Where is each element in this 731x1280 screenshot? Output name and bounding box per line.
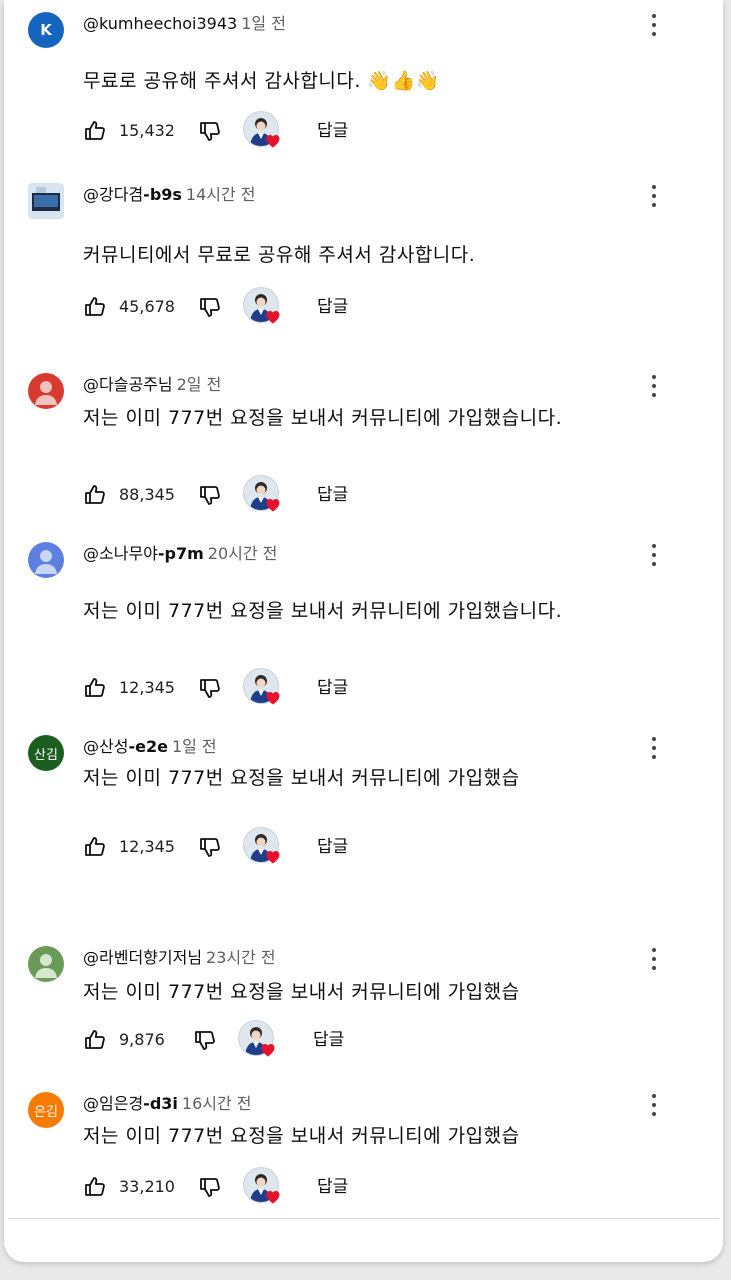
reply-button[interactable]: 답글 bbox=[317, 295, 348, 319]
like-icon[interactable] bbox=[83, 1028, 109, 1052]
comment-time: 16시간 전 bbox=[181, 1094, 252, 1113]
more-options-icon[interactable] bbox=[647, 373, 661, 399]
dislike-icon[interactable] bbox=[198, 676, 224, 700]
like-count: 9,876 bbox=[119, 1030, 165, 1049]
comment-text: 무료로 공유해 주셔서 감사합니다. 👋👍👋 bbox=[83, 70, 440, 92]
comment-header: @소나무야-p7m 20시간 전 bbox=[83, 542, 277, 566]
like-count: 45,678 bbox=[119, 297, 175, 316]
like-icon[interactable] bbox=[83, 483, 109, 507]
avatar[interactable] bbox=[28, 183, 64, 219]
author-handle-suffix[interactable]: -e2e bbox=[128, 737, 167, 756]
avatar[interactable]: 산김 bbox=[28, 735, 64, 771]
author-handle[interactable]: @강다겸 bbox=[83, 185, 143, 204]
comment-actions: 88,345 답글 bbox=[83, 475, 483, 515]
like-icon[interactable] bbox=[83, 119, 109, 143]
dislike-icon[interactable] bbox=[198, 483, 224, 507]
comment-actions: 12,345 답글 bbox=[83, 668, 483, 708]
reply-button[interactable]: 답글 bbox=[313, 1028, 344, 1052]
creator-heart-avatar bbox=[243, 827, 283, 867]
heart-icon bbox=[260, 1042, 276, 1058]
like-count: 12,345 bbox=[119, 837, 175, 856]
comment-actions: 15,432 답글 bbox=[83, 111, 483, 151]
comment-text: 저는 이미 777번 요정을 보내서 커뮤니티에 가입했습 bbox=[83, 1125, 520, 1147]
author-handle[interactable]: @라벤더향기저님 bbox=[83, 948, 202, 967]
like-count: 12,345 bbox=[119, 678, 175, 697]
more-options-icon[interactable] bbox=[647, 183, 661, 209]
creator-heart-avatar bbox=[243, 111, 283, 151]
comment-header: @임은경-d3i 16시간 전 bbox=[83, 1092, 252, 1116]
dislike-icon[interactable] bbox=[198, 1175, 224, 1199]
creator-heart-avatar bbox=[243, 668, 283, 708]
divider bbox=[8, 1218, 719, 1219]
reply-button[interactable]: 답글 bbox=[317, 835, 348, 859]
heart-icon bbox=[265, 497, 281, 513]
comment-text: 커뮤니티에서 무료로 공유해 주셔서 감사합니다. bbox=[83, 244, 476, 266]
like-icon[interactable] bbox=[83, 1175, 109, 1199]
author-handle[interactable]: @임은경 bbox=[83, 1094, 143, 1113]
dislike-icon[interactable] bbox=[198, 835, 224, 859]
author-handle[interactable]: @소나무야 bbox=[83, 544, 158, 563]
reply-button[interactable]: 답글 bbox=[317, 483, 348, 507]
like-icon[interactable] bbox=[83, 295, 109, 319]
author-handle-suffix[interactable]: -p7m bbox=[158, 544, 204, 563]
comments-panel: K @kumheechoi3943 1일 전 무료로 공유해 주셔서 감사합니다.… bbox=[4, 0, 723, 1262]
like-icon[interactable] bbox=[83, 676, 109, 700]
like-icon[interactable] bbox=[83, 835, 109, 859]
dislike-icon[interactable] bbox=[193, 1028, 219, 1052]
comment-actions: 12,345 답글 bbox=[83, 827, 483, 867]
creator-heart-avatar bbox=[243, 287, 283, 327]
comment-header: @kumheechoi3943 1일 전 bbox=[83, 12, 286, 36]
creator-heart-avatar bbox=[238, 1020, 278, 1060]
heart-icon bbox=[265, 1189, 281, 1205]
author-handle-suffix[interactable]: -b9s bbox=[143, 185, 182, 204]
heart-icon bbox=[265, 133, 281, 149]
dislike-icon[interactable] bbox=[198, 119, 224, 143]
author-handle[interactable]: @다슬공주님 bbox=[83, 375, 173, 394]
comment-time: 20시간 전 bbox=[207, 544, 278, 563]
like-count: 33,210 bbox=[119, 1177, 175, 1196]
heart-icon bbox=[265, 690, 281, 706]
avatar[interactable]: K bbox=[28, 12, 64, 48]
comment-text: 저는 이미 777번 요정을 보내서 커뮤니티에 가입했습니다. bbox=[83, 407, 563, 429]
heart-icon bbox=[265, 309, 281, 325]
comment-text: 저는 이미 777번 요정을 보내서 커뮤니티에 가입했습니다. bbox=[83, 600, 563, 622]
comment-time: 1일 전 bbox=[171, 737, 217, 756]
dislike-icon[interactable] bbox=[198, 295, 224, 319]
comment-actions: 9,876 답글 bbox=[83, 1020, 483, 1060]
like-count: 15,432 bbox=[119, 121, 175, 140]
comment-header: @다슬공주님 2일 전 bbox=[83, 373, 221, 397]
creator-heart-avatar bbox=[243, 475, 283, 515]
author-handle[interactable]: @산성 bbox=[83, 737, 128, 756]
comment-text: 저는 이미 777번 요정을 보내서 커뮤니티에 가입했습 bbox=[83, 767, 520, 789]
avatar[interactable] bbox=[28, 946, 64, 982]
more-options-icon[interactable] bbox=[647, 12, 661, 38]
comment-actions: 45,678 답글 bbox=[83, 287, 483, 327]
more-options-icon[interactable] bbox=[647, 542, 661, 568]
comment-header: @산성-e2e 1일 전 bbox=[83, 735, 217, 759]
comment-header: @강다겸-b9s 14시간 전 bbox=[83, 183, 256, 207]
comment-time: 14시간 전 bbox=[185, 185, 256, 204]
author-handle[interactable]: @kumheechoi3943 bbox=[83, 14, 237, 33]
more-options-icon[interactable] bbox=[647, 946, 661, 972]
like-count: 88,345 bbox=[119, 485, 175, 504]
comment-time: 2일 전 bbox=[176, 375, 222, 394]
comment-text: 저는 이미 777번 요정을 보내서 커뮤니티에 가입했습 bbox=[83, 981, 520, 1003]
more-options-icon[interactable] bbox=[647, 735, 661, 761]
creator-heart-avatar bbox=[243, 1167, 283, 1207]
avatar[interactable]: 은김 bbox=[28, 1092, 64, 1128]
comment-time: 1일 전 bbox=[241, 14, 286, 33]
heart-icon bbox=[265, 849, 281, 865]
comment-actions: 33,210 답글 bbox=[83, 1167, 483, 1207]
comment-time: 23시간 전 bbox=[206, 948, 276, 967]
author-handle-suffix[interactable]: -d3i bbox=[143, 1094, 178, 1113]
reply-button[interactable]: 답글 bbox=[317, 119, 348, 143]
more-options-icon[interactable] bbox=[647, 1092, 661, 1118]
reply-button[interactable]: 답글 bbox=[317, 1175, 348, 1199]
comment-header: @라벤더향기저님 23시간 전 bbox=[83, 946, 276, 970]
avatar[interactable] bbox=[28, 542, 64, 578]
reply-button[interactable]: 답글 bbox=[317, 676, 348, 700]
avatar[interactable] bbox=[28, 373, 64, 409]
